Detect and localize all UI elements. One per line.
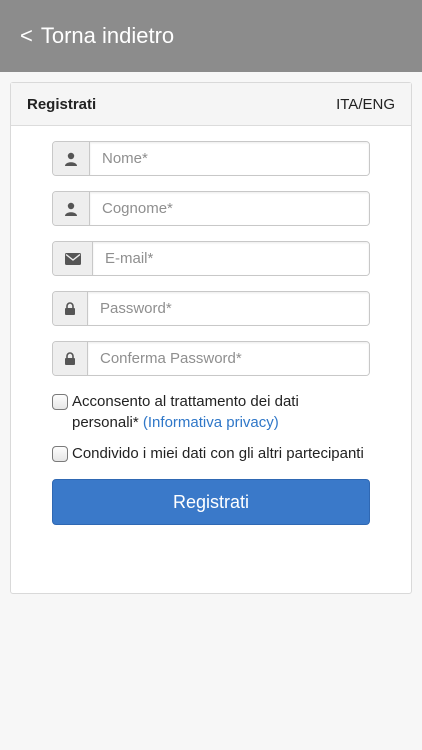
- share-data-label: Condivido i miei dati con gli altri part…: [72, 445, 364, 462]
- panel-header: Registrati ITA/ENG: [11, 83, 411, 126]
- consent-checkbox[interactable]: [52, 394, 68, 410]
- consent-label: Acconsento al trattamento dei dati perso…: [72, 391, 367, 433]
- user-icon: [53, 192, 90, 225]
- email-input[interactable]: [93, 242, 369, 275]
- first-name-input[interactable]: [90, 142, 369, 175]
- email-field: [52, 241, 370, 276]
- envelope-icon: [53, 242, 93, 275]
- registration-form: Acconsento al trattamento dei dati perso…: [52, 141, 370, 525]
- share-data-checkbox[interactable]: [52, 446, 68, 462]
- password-input[interactable]: [88, 292, 369, 325]
- lock-icon: [53, 292, 88, 325]
- confirm-password-field: [52, 341, 370, 376]
- back-button[interactable]: < Torna indietro: [0, 0, 422, 72]
- panel-title: Registrati: [27, 95, 97, 113]
- confirm-password-input[interactable]: [88, 342, 369, 375]
- lock-icon: [53, 342, 88, 375]
- register-button[interactable]: Registrati: [52, 479, 370, 525]
- last-name-input[interactable]: [90, 192, 369, 225]
- password-field: [52, 291, 370, 326]
- registration-panel: Registrati ITA/ENG Nome* Cognome* E-mail…: [10, 82, 412, 594]
- consent-row: Acconsento al trattamento dei dati perso…: [52, 391, 370, 433]
- first-name-field: [52, 141, 370, 176]
- back-chevron-icon: <: [20, 23, 33, 48]
- last-name-field: [52, 191, 370, 226]
- privacy-policy-link[interactable]: (Informativa privacy): [143, 414, 279, 431]
- back-label: Torna indietro: [40, 23, 175, 48]
- user-icon: [53, 142, 90, 175]
- share-row: Condivido i miei dati con gli altri part…: [52, 443, 370, 464]
- language-switch[interactable]: ITA/ENG: [336, 96, 395, 113]
